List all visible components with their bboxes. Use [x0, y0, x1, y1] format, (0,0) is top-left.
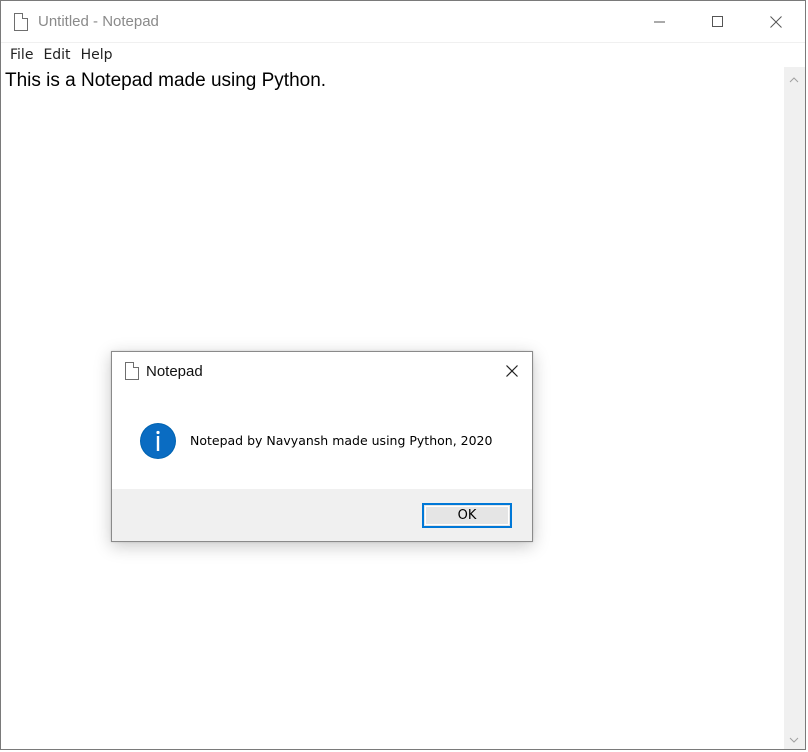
- dialog-title-bar[interactable]: Notepad: [112, 352, 532, 390]
- title-bar[interactable]: Untitled - Notepad: [1, 1, 805, 42]
- minimize-button[interactable]: [631, 1, 689, 42]
- dialog-footer: OK: [112, 489, 532, 541]
- close-button[interactable]: [747, 1, 805, 42]
- dialog-title: Notepad: [146, 362, 203, 380]
- scroll-up-arrow-icon[interactable]: [789, 77, 799, 83]
- menu-bar: File Edit Help: [1, 42, 805, 68]
- maximize-button[interactable]: [689, 1, 747, 42]
- notepad-document-icon: [14, 12, 28, 31]
- window-controls: [631, 1, 805, 42]
- dialog-body: Notepad by Navyansh made using Python, 2…: [112, 390, 532, 489]
- editor-content[interactable]: This is a Notepad made using Python.: [5, 70, 326, 92]
- info-icon: [140, 423, 176, 459]
- menu-help[interactable]: Help: [78, 43, 120, 67]
- message-dialog: Notepad Notepad by Navyansh made using P…: [111, 351, 533, 542]
- menu-edit[interactable]: Edit: [40, 43, 77, 67]
- close-icon: [506, 365, 518, 377]
- ok-button[interactable]: OK: [422, 503, 512, 528]
- close-icon: [770, 15, 782, 28]
- maximize-icon: [712, 15, 723, 27]
- scroll-down-arrow-icon[interactable]: [789, 737, 799, 743]
- window-title: Untitled - Notepad: [38, 13, 159, 30]
- menu-file[interactable]: File: [1, 43, 40, 67]
- dialog-document-icon: [125, 362, 139, 380]
- dialog-message: Notepad by Navyansh made using Python, 2…: [190, 433, 493, 448]
- minimize-icon: [654, 21, 665, 22]
- vertical-scrollbar[interactable]: [784, 67, 805, 749]
- dialog-close-button[interactable]: [500, 360, 524, 382]
